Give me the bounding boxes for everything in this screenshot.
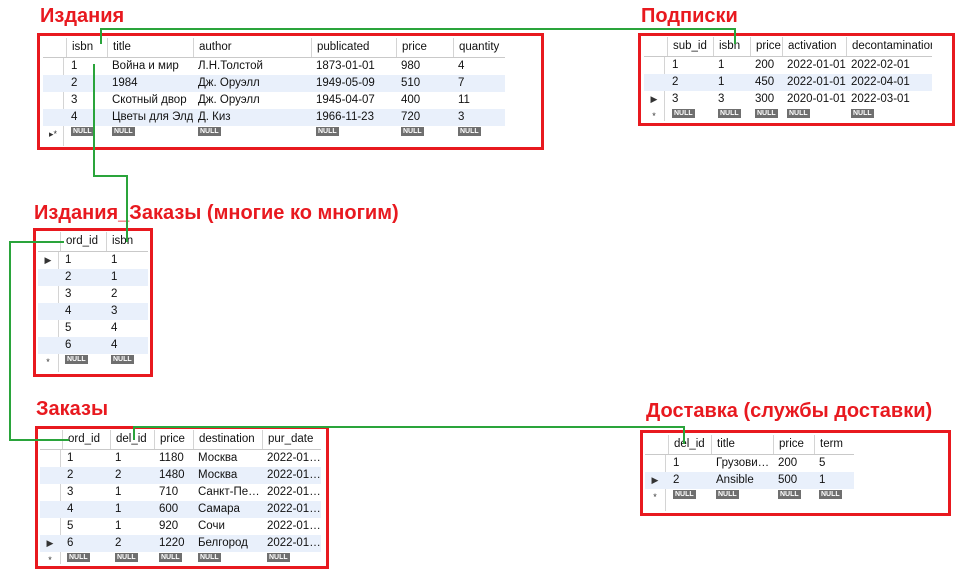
- link-orders-delivery: [133, 426, 685, 444]
- link-publications-orders-orders: [9, 241, 69, 441]
- link-publications-publications-orders: [93, 64, 128, 242]
- relationship-links: [9, 28, 736, 444]
- link-publications-subscriptions: [100, 28, 736, 44]
